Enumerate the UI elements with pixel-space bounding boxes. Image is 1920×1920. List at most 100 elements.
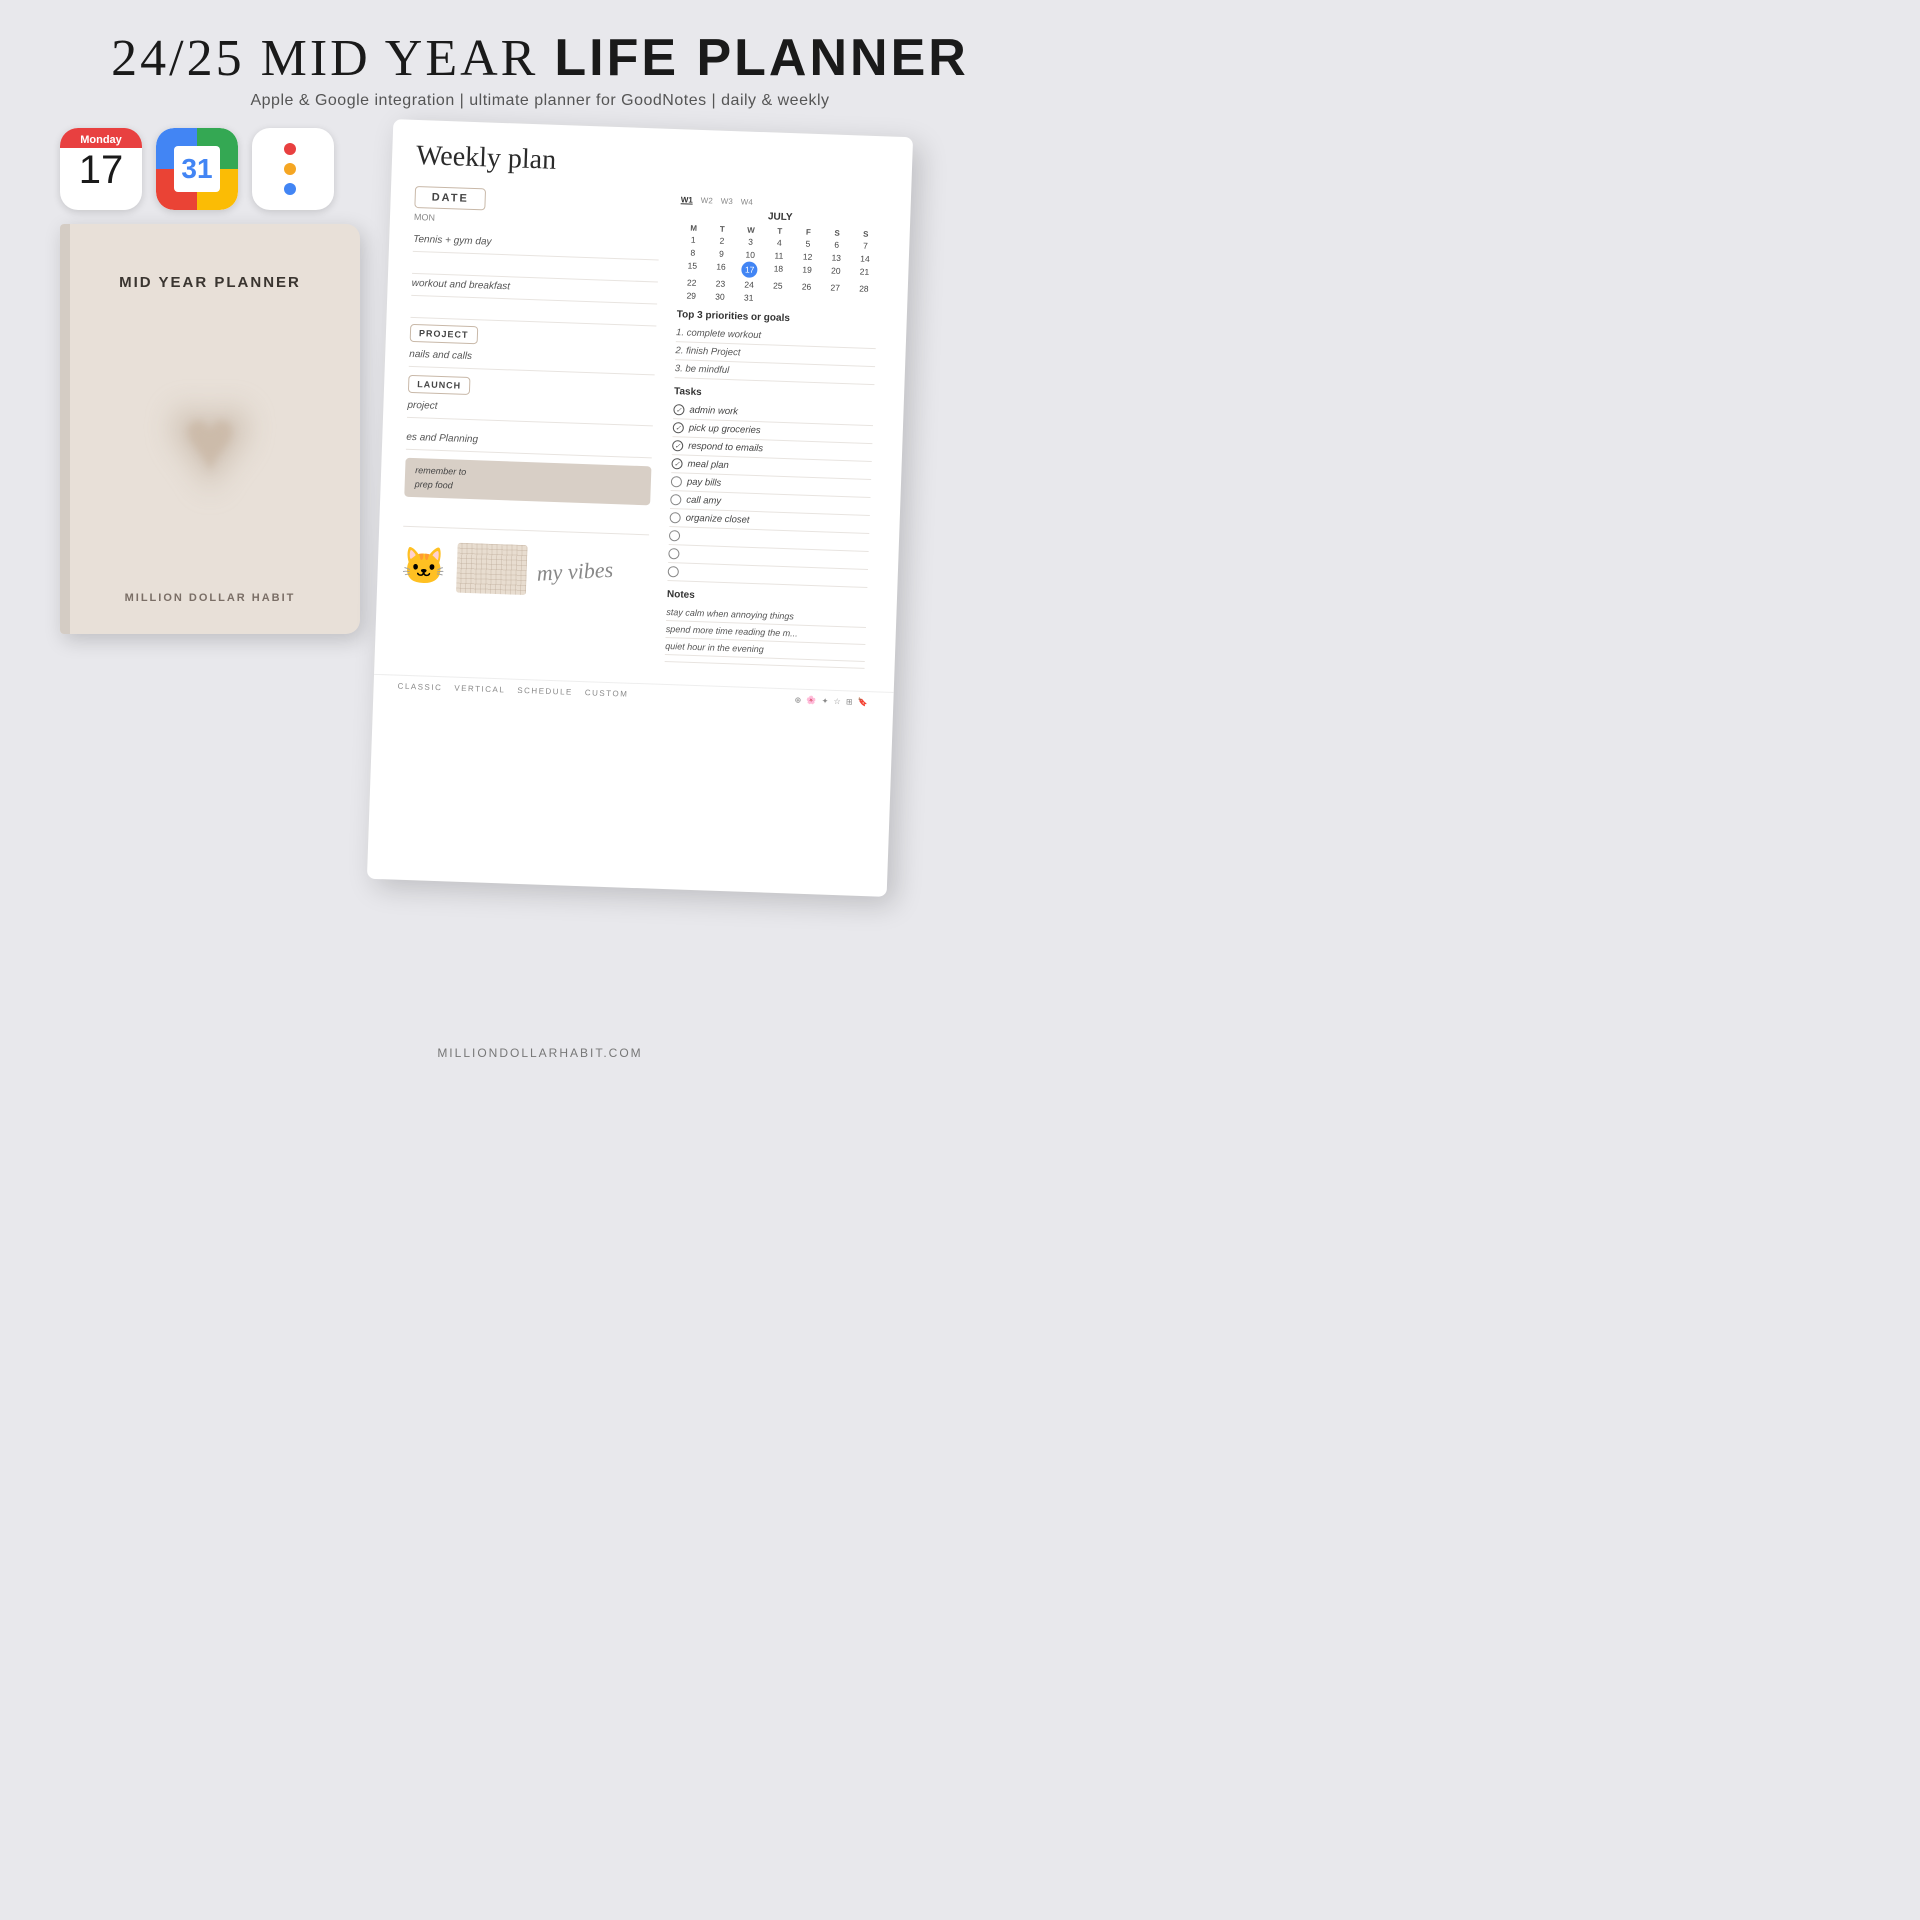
header-section: 24/25 MID YEAR LIFE PLANNER Apple & Goog…: [0, 0, 1080, 118]
week-tab-1[interactable]: W1: [681, 195, 693, 204]
launch-line-1: project: [407, 396, 654, 427]
calendar-date: 17: [60, 148, 142, 194]
weekly-content-area: Weekly plan DATE MON Tennis + gym day wo…: [374, 119, 913, 692]
cal-day-4: 4: [765, 236, 793, 249]
cal-day-empty-1: [763, 292, 791, 305]
bottom-tab-classic[interactable]: CLASSIC: [397, 682, 442, 693]
notes-line-1: [284, 143, 302, 155]
week-tab-2[interactable]: W2: [701, 196, 713, 205]
heart-blur-inner: [130, 362, 290, 522]
weekly-plan-title: Weekly plan: [416, 140, 883, 188]
task-7-text: organize closet: [685, 513, 749, 526]
cal-day-24: 24: [735, 278, 763, 291]
cal-header-s1: S: [823, 228, 851, 238]
cal-day-empty-2: [792, 293, 820, 306]
extra-line: [403, 505, 650, 536]
tab-may[interactable]: may: [889, 759, 911, 829]
notes-dot-orange: [284, 163, 296, 175]
cal-day-27: 27: [821, 281, 849, 294]
tab-mar[interactable]: mar: [894, 621, 913, 691]
title-part1: 24/25 MID YEAR: [111, 30, 554, 87]
right-panel: jul aug sep oct nov jan feb mar apr may …: [380, 128, 1020, 888]
day-label: MON: [414, 212, 660, 231]
task-1-text: admin work: [689, 405, 738, 418]
weekly-planner-page: jul aug sep oct nov jan feb mar apr may …: [367, 119, 913, 897]
tab-nov[interactable]: nov: [901, 414, 913, 484]
cal-day-5: 5: [794, 237, 822, 250]
cal-day-21: 21: [850, 265, 878, 282]
cal-header-f: F: [794, 227, 822, 237]
notes-dot-red: [284, 143, 296, 155]
cal-header-m: M: [680, 223, 708, 233]
cal-header-t2: T: [766, 226, 794, 236]
task-4-check: [671, 458, 682, 469]
cal-day-empty-3: [821, 294, 849, 307]
cal-day-10: 10: [736, 248, 764, 261]
tab-oct[interactable]: oct: [903, 344, 913, 414]
weekly-left-column: DATE MON Tennis + gym day workout and br…: [399, 186, 661, 661]
cal-day-19: 19: [793, 263, 821, 280]
cal-day-13: 13: [822, 251, 850, 264]
pen-tip: [897, 797, 912, 827]
heart-decoration: [130, 362, 290, 522]
cal-day-8: 8: [679, 246, 707, 259]
project-section-label: PROJECT: [410, 324, 478, 344]
cal-header-t1: T: [708, 224, 736, 234]
task-1-check: [673, 404, 684, 415]
week-tab-3[interactable]: W3: [721, 197, 733, 206]
cal-day-6: 6: [823, 238, 851, 251]
heart-blur-outer: [130, 362, 290, 522]
cal-day-14: 14: [851, 252, 879, 265]
task-10-check: [668, 566, 679, 577]
task-5-text: pay bills: [687, 477, 722, 489]
cal-header-w: W: [737, 225, 765, 235]
task-2-text: pick up groceries: [689, 423, 761, 436]
task-7-check: [669, 512, 680, 523]
cal-day-17-today: 17: [741, 261, 758, 278]
planner-book: MID YEAR PLANNER MILLION DOLLAR HABIT: [60, 224, 360, 634]
week-tab-4[interactable]: W4: [741, 197, 753, 206]
pen-body: [898, 557, 913, 797]
tab-sep[interactable]: sep: [906, 275, 913, 345]
weekly-top-row: DATE MON Tennis + gym day workout and br…: [399, 186, 881, 669]
google-calendar-icon: 31: [156, 128, 238, 210]
tab-jan[interactable]: jan: [899, 483, 913, 553]
reminders-icon: [252, 128, 334, 210]
footer-url: MILLIONDOLLARHABIT.COM: [0, 1046, 1080, 1060]
bottom-tab-schedule[interactable]: SCHEDULE: [517, 686, 573, 697]
gcal-inner: 31: [156, 128, 238, 210]
date-box: DATE: [414, 186, 486, 210]
task-3-check: [672, 440, 683, 451]
bottom-icons: ⊕ 🌸 ✦ ☆ ⊞ 🔖: [794, 696, 869, 708]
title-bold: LIFE PLANNER: [554, 29, 968, 87]
project-line-1: nails and calls: [409, 345, 656, 376]
task-4-text: meal plan: [687, 459, 729, 471]
cal-day-29: 29: [677, 289, 705, 302]
cal-grid: M T W T F S S 1 2 3: [677, 223, 880, 308]
tab-jun[interactable]: jun: [887, 828, 909, 897]
bottom-tab-vertical[interactable]: VERTICAL: [454, 684, 505, 695]
ios-calendar-icon: Monday 17: [60, 128, 142, 210]
task-9-check: [668, 548, 679, 559]
weekly-right-column: W1 W2 W3 W4 JULY M T: [665, 195, 881, 669]
gcal-number: 31: [174, 146, 220, 192]
launch-section-label: LAUNCH: [408, 375, 471, 395]
task-2-check: [673, 422, 684, 433]
bottom-tab-custom[interactable]: CUSTOM: [585, 688, 629, 699]
task-8-check: [669, 530, 680, 541]
cal-day-23: 23: [706, 277, 734, 290]
app-icons-row: Monday 17 31: [60, 128, 360, 210]
tab-apr[interactable]: apr: [891, 690, 913, 760]
cal-day-18: 18: [764, 262, 792, 279]
cal-day-2: 2: [708, 234, 736, 247]
subtitle: Apple & Google integration | ultimate pl…: [0, 92, 1080, 110]
mini-calendar: JULY M T W T F S S 1: [677, 208, 880, 308]
cal-day-12: 12: [794, 250, 822, 263]
book-spine: [60, 224, 70, 634]
cal-day-25: 25: [764, 279, 792, 292]
cal-day-11: 11: [765, 249, 793, 262]
tab-feb[interactable]: feb: [896, 552, 913, 622]
cal-day-9: 9: [707, 247, 735, 260]
calendar-day-label: Monday: [60, 128, 142, 148]
cal-day-28: 28: [850, 282, 878, 295]
